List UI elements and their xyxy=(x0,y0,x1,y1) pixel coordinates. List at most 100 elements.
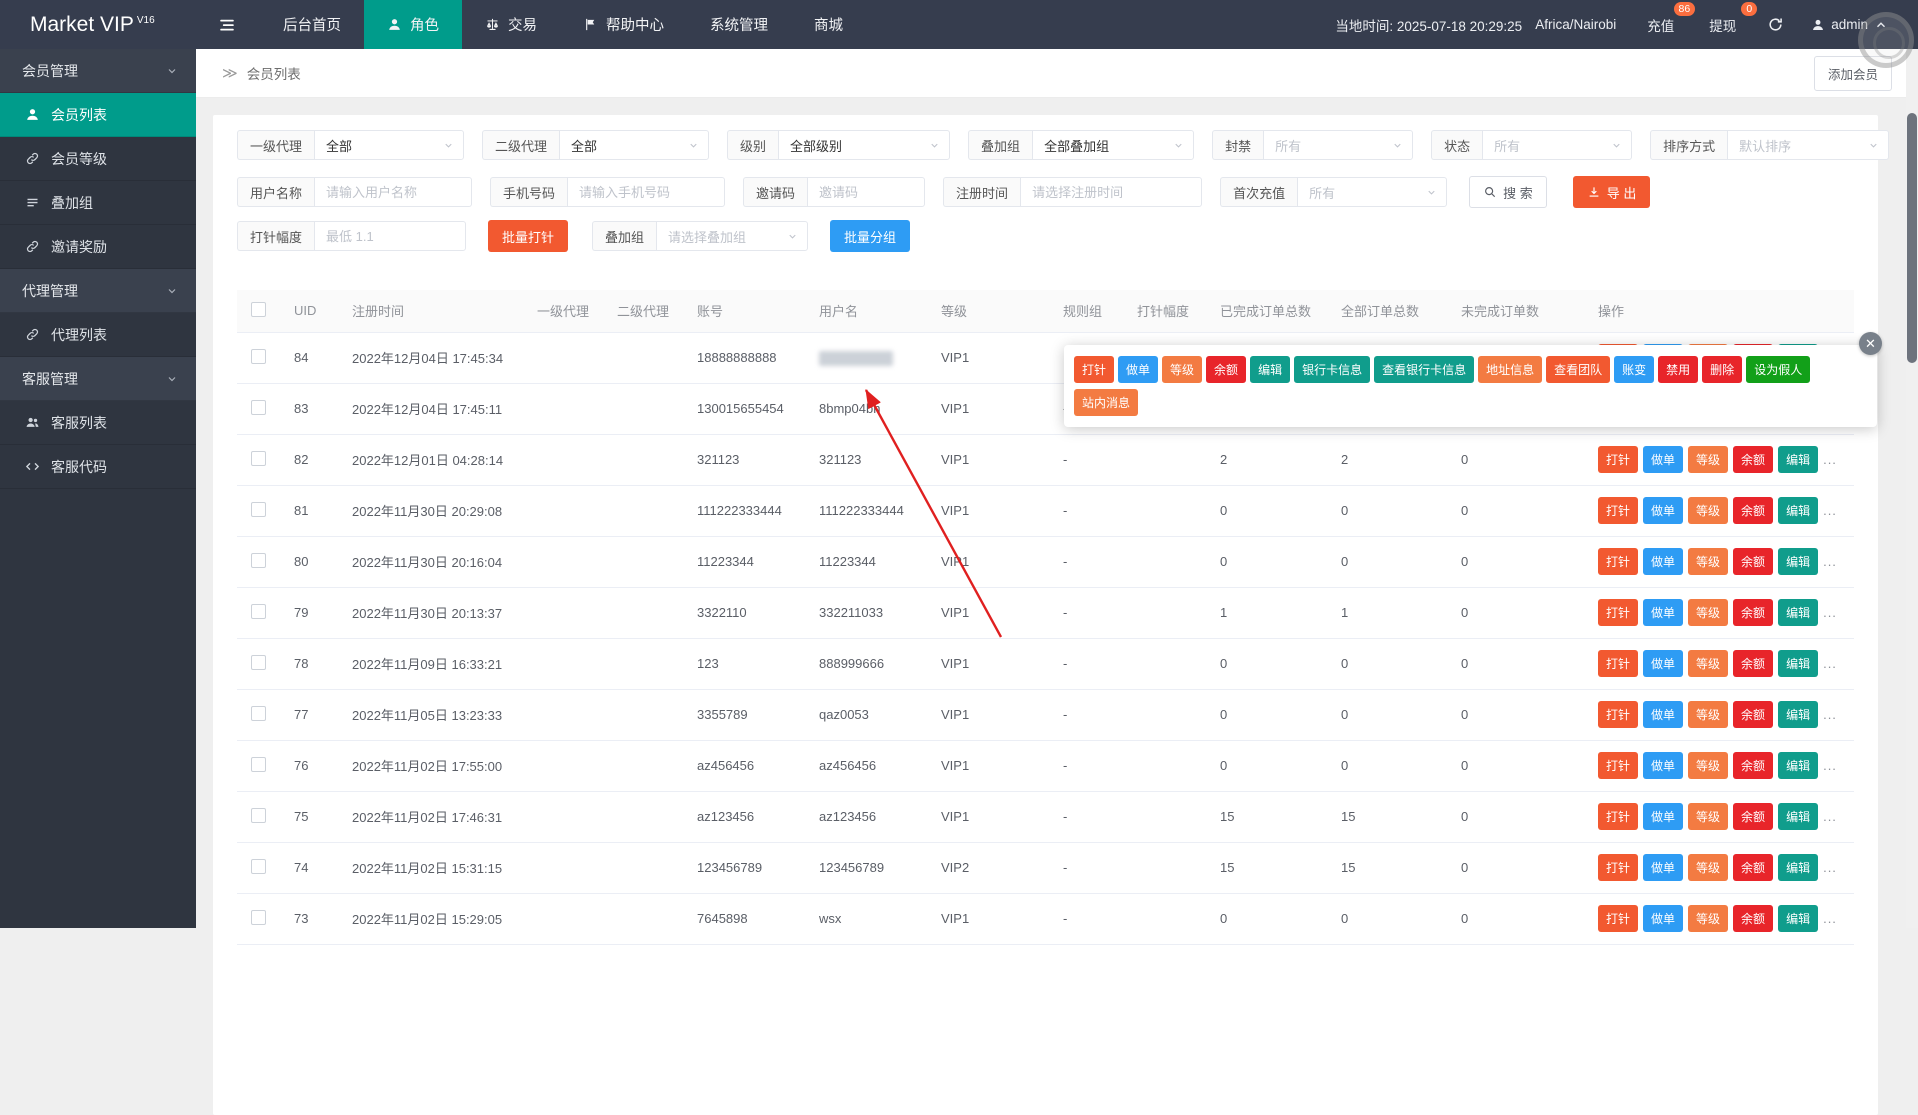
top-nav-help-center[interactable]: 帮助中心 xyxy=(560,0,687,49)
more-actions-button[interactable]: ... xyxy=(1823,707,1837,722)
filter-select[interactable]: 全部 xyxy=(559,130,710,160)
row-checkbox[interactable] xyxy=(251,909,266,925)
sidebar-item-overlay-group[interactable]: 叠加组 xyxy=(0,181,196,225)
row-checkbox[interactable] xyxy=(251,603,266,619)
sidebar-item-service-list[interactable]: 客服列表 xyxy=(0,401,196,445)
batch-group-button[interactable]: 批量分组 xyxy=(830,220,911,252)
more-actions-button[interactable]: ... xyxy=(1823,758,1837,773)
withdraw-link[interactable]: 提现 0 xyxy=(1705,1,1758,35)
sidebar-item-member-level[interactable]: 会员等级 xyxy=(0,137,196,181)
row-checkbox[interactable] xyxy=(251,756,266,772)
row-action-inject[interactable]: 打针 xyxy=(1598,854,1639,881)
row-checkbox[interactable] xyxy=(251,807,266,823)
popup-action-disable[interactable]: 禁用 xyxy=(1658,356,1699,383)
more-actions-button[interactable]: ... xyxy=(1823,911,1837,926)
row-action-balance[interactable]: 余额 xyxy=(1733,752,1774,779)
top-nav-trade[interactable]: 交易 xyxy=(462,0,560,49)
row-action-edit[interactable]: 编辑 xyxy=(1778,497,1819,524)
row-action-make-order[interactable]: 做单 xyxy=(1643,497,1684,524)
popup-action-delete[interactable]: 删除 xyxy=(1702,356,1743,383)
add-member-button[interactable]: 添加会员 xyxy=(1813,55,1892,91)
row-action-level[interactable]: 等级 xyxy=(1688,446,1729,473)
refresh-icon[interactable] xyxy=(1767,16,1784,33)
filter-select[interactable]: 所有 xyxy=(1297,177,1448,207)
more-actions-button[interactable]: ... xyxy=(1823,860,1837,875)
popup-action-level[interactable]: 等级 xyxy=(1162,356,1203,383)
batch-inject-button[interactable]: 批量打针 xyxy=(488,220,569,252)
row-action-balance[interactable]: 余额 xyxy=(1733,446,1774,473)
menu-toggle-icon[interactable] xyxy=(218,16,236,34)
row-action-level[interactable]: 等级 xyxy=(1688,497,1729,524)
filter-text-input[interactable] xyxy=(314,177,473,207)
popup-action-address-info[interactable]: 地址信息 xyxy=(1478,356,1543,383)
popup-action-set-as-fake[interactable]: 设为假人 xyxy=(1746,356,1811,383)
row-action-edit[interactable]: 编辑 xyxy=(1778,548,1819,575)
row-checkbox[interactable] xyxy=(251,705,266,721)
row-action-edit[interactable]: 编辑 xyxy=(1778,650,1819,677)
scrollbar[interactable] xyxy=(1906,49,1918,928)
export-button[interactable]: 导 出 xyxy=(1572,176,1651,208)
row-action-level[interactable]: 等级 xyxy=(1688,548,1729,575)
row-checkbox[interactable] xyxy=(251,348,266,364)
row-action-balance[interactable]: 余额 xyxy=(1733,548,1774,575)
row-action-balance[interactable]: 余额 xyxy=(1733,701,1774,728)
filter-text-input[interactable] xyxy=(807,177,926,207)
more-actions-button[interactable]: ... xyxy=(1823,605,1837,620)
search-button[interactable]: 搜 索 xyxy=(1469,176,1547,208)
row-action-inject[interactable]: 打针 xyxy=(1598,701,1639,728)
row-action-make-order[interactable]: 做单 xyxy=(1643,599,1684,626)
filter-select[interactable]: 全部级别 xyxy=(778,130,951,160)
top-nav-roles[interactable]: 角色 xyxy=(364,0,462,49)
row-action-make-order[interactable]: 做单 xyxy=(1643,548,1684,575)
row-action-inject[interactable]: 打针 xyxy=(1598,803,1639,830)
popup-action-balance[interactable]: 余额 xyxy=(1206,356,1247,383)
popup-action-inject[interactable]: 打针 xyxy=(1074,356,1115,383)
row-action-inject[interactable]: 打针 xyxy=(1598,497,1639,524)
row-action-level[interactable]: 等级 xyxy=(1688,650,1729,677)
filter-text-input[interactable] xyxy=(1020,177,1203,207)
sidebar-item-invite-reward[interactable]: 邀请奖励 xyxy=(0,225,196,269)
sidebar-item-agent-list[interactable]: 代理列表 xyxy=(0,313,196,357)
row-checkbox[interactable] xyxy=(251,858,266,874)
row-action-inject[interactable]: 打针 xyxy=(1598,752,1639,779)
popup-action-edit[interactable]: 编辑 xyxy=(1250,356,1291,383)
row-checkbox[interactable] xyxy=(251,450,266,466)
row-action-make-order[interactable]: 做单 xyxy=(1643,803,1684,830)
popup-action-bank-card-info[interactable]: 银行卡信息 xyxy=(1294,356,1371,383)
row-action-make-order[interactable]: 做单 xyxy=(1643,446,1684,473)
row-action-edit[interactable]: 编辑 xyxy=(1778,752,1819,779)
row-checkbox[interactable] xyxy=(251,399,266,415)
filter-text-input[interactable] xyxy=(567,177,726,207)
popup-action-make-order[interactable]: 做单 xyxy=(1118,356,1159,383)
row-action-balance[interactable]: 余额 xyxy=(1733,650,1774,677)
top-nav-mall[interactable]: 商城 xyxy=(791,0,866,49)
row-action-inject[interactable]: 打针 xyxy=(1598,548,1639,575)
more-actions-button[interactable]: ... xyxy=(1823,452,1837,467)
row-action-balance[interactable]: 余额 xyxy=(1733,803,1774,830)
row-action-make-order[interactable]: 做单 xyxy=(1643,650,1684,677)
row-action-balance[interactable]: 余额 xyxy=(1733,497,1774,524)
more-actions-button[interactable]: ... xyxy=(1823,554,1837,569)
row-action-inject[interactable]: 打针 xyxy=(1598,446,1639,473)
more-actions-button[interactable]: ... xyxy=(1823,503,1837,518)
row-action-edit[interactable]: 编辑 xyxy=(1778,701,1819,728)
app-logo[interactable]: Market VIP V16 xyxy=(0,13,196,37)
row-action-level[interactable]: 等级 xyxy=(1688,854,1729,881)
select-all-checkbox[interactable] xyxy=(251,301,266,317)
row-action-edit[interactable]: 编辑 xyxy=(1778,854,1819,881)
row-action-edit[interactable]: 编辑 xyxy=(1778,803,1819,830)
row-action-level[interactable]: 等级 xyxy=(1688,752,1729,779)
inject-range-input[interactable] xyxy=(314,221,467,251)
sidebar-item-member-list[interactable]: 会员列表 xyxy=(0,93,196,137)
row-action-make-order[interactable]: 做单 xyxy=(1643,854,1684,881)
row-checkbox[interactable] xyxy=(251,654,266,670)
popup-action-site-message[interactable]: 站内消息 xyxy=(1074,389,1139,416)
row-action-edit[interactable]: 编辑 xyxy=(1778,446,1819,473)
more-actions-button[interactable]: ... xyxy=(1823,809,1837,824)
filter-select[interactable]: 请选择叠加组 xyxy=(656,221,809,251)
more-actions-button[interactable]: ... xyxy=(1823,656,1837,671)
popup-action-view-bank-card-info[interactable]: 查看银行卡信息 xyxy=(1374,356,1475,383)
row-action-level[interactable]: 等级 xyxy=(1688,803,1729,830)
sidebar-group-member-management[interactable]: 会员管理 xyxy=(0,49,196,93)
filter-select[interactable]: 所有 xyxy=(1482,130,1633,160)
